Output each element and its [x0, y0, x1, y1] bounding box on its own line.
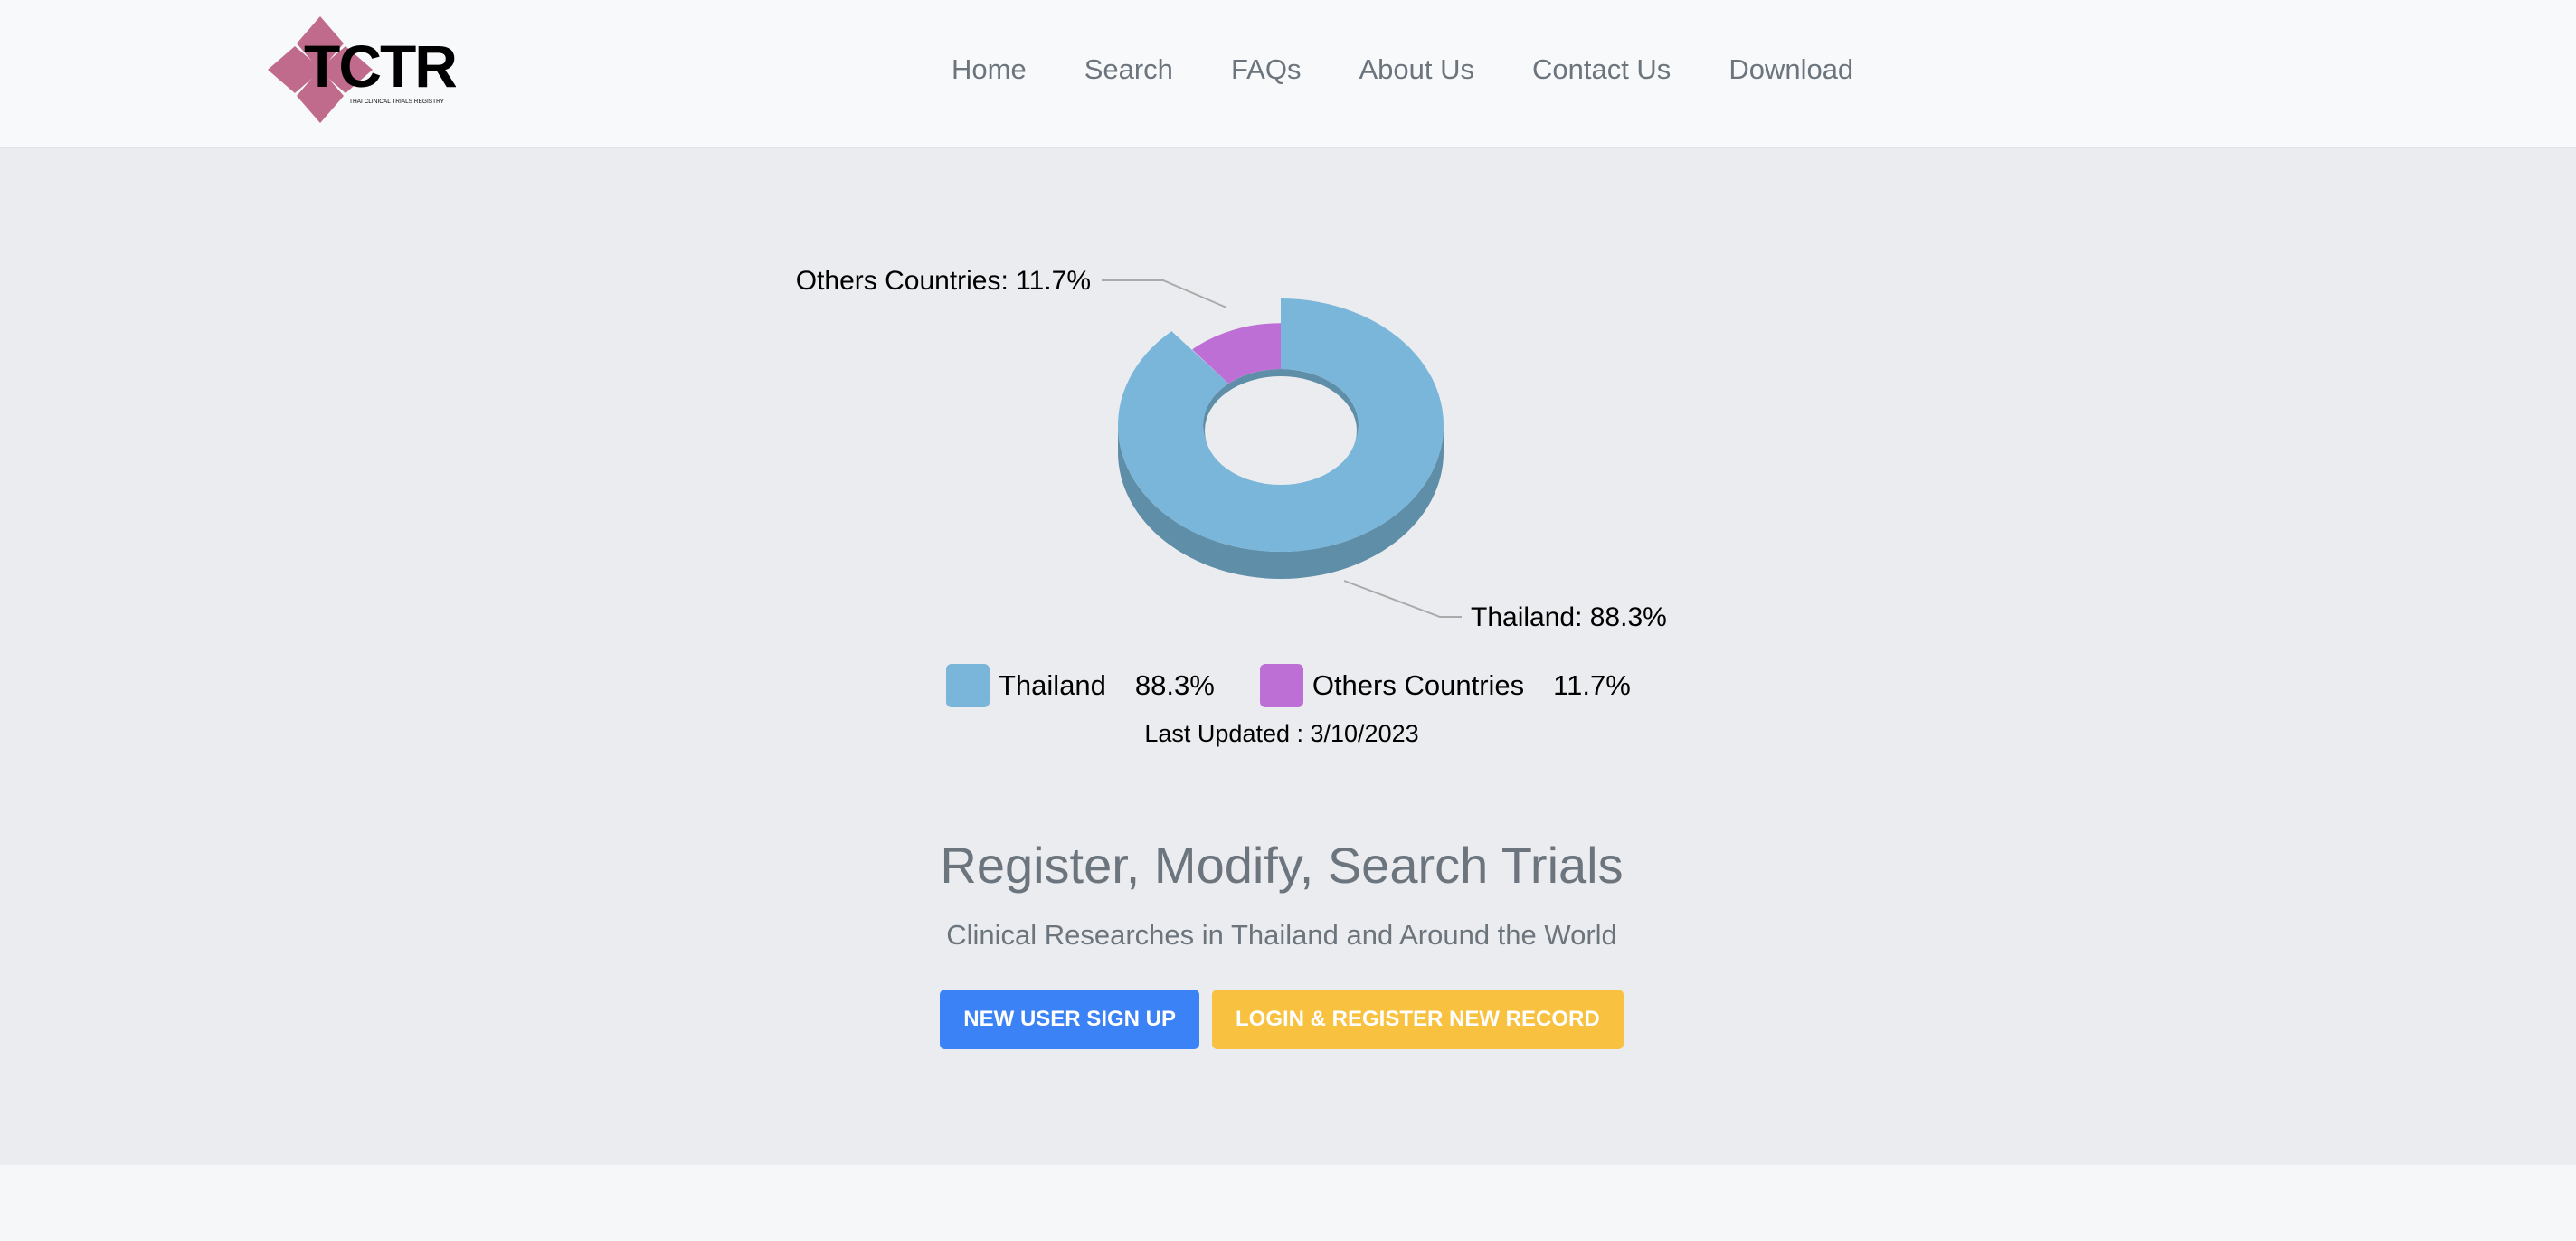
- footer-strip: [0, 1165, 2576, 1241]
- legend-value-thailand: 88.3%: [1134, 669, 1215, 701]
- hero-section: Others Countries: 11.7% Thailand: 88.3% T…: [0, 148, 2576, 1165]
- hero-title: Register, Modify, Search Trials: [940, 837, 1624, 894]
- navbar: TCTR THAI CLINICAL TRIALS REGISTRY Home …: [0, 0, 2576, 148]
- leader-line-thailand: [1343, 580, 1462, 618]
- hero-subtitle: Clinical Researches in Thailand and Arou…: [946, 919, 1617, 951]
- leader-line-others: [1102, 279, 1227, 308]
- nav-faqs[interactable]: FAQs: [1202, 53, 1331, 86]
- last-updated: Last Updated : 3/10/2023: [1144, 720, 1419, 747]
- data-label-thailand: Thailand: 88.3%: [1471, 602, 1667, 632]
- logo-subtext: THAI CLINICAL TRIALS REGISTRY: [349, 99, 445, 105]
- legend-label-thailand: Thailand: [999, 669, 1106, 701]
- logo-text: TCTR: [304, 33, 456, 99]
- new-user-signup-button[interactable]: NEW USER SIGN UP: [940, 990, 1199, 1049]
- main-nav: Home Search FAQs About Us Contact Us Dow…: [923, 0, 1882, 139]
- legend-swatch-others: [1259, 664, 1303, 707]
- legend-swatch-thailand: [946, 664, 990, 707]
- donut-chart: Others Countries: 11.7% Thailand: 88.3%: [796, 266, 1667, 632]
- logo-graphic: TCTR THAI CLINICAL TRIALS REGISTRY: [268, 16, 459, 123]
- nav-about-us[interactable]: About Us: [1330, 53, 1503, 86]
- nav-contact-us[interactable]: Contact Us: [1503, 53, 1700, 86]
- legend-item-others[interactable]: Others Countries 11.7%: [1259, 664, 1631, 707]
- nav-home[interactable]: Home: [923, 53, 1056, 86]
- legend-label-others: Others Countries: [1312, 669, 1525, 701]
- chart-hole: [1205, 376, 1357, 485]
- legend-item-thailand[interactable]: Thailand 88.3%: [946, 664, 1215, 707]
- hero-buttons: NEW USER SIGN UP LOGIN & REGISTER NEW RE…: [0, 990, 2563, 1049]
- nav-search[interactable]: Search: [1056, 53, 1202, 86]
- data-label-others: Others Countries: 11.7%: [796, 266, 1091, 296]
- legend-value-others: 11.7%: [1553, 669, 1631, 701]
- nav-download[interactable]: Download: [1700, 53, 1882, 86]
- login-register-button[interactable]: LOGIN & REGISTER NEW RECORD: [1212, 990, 1624, 1049]
- chart-legend: Thailand 88.3% Others Countries 11.7%: [946, 664, 1676, 707]
- tctr-logo[interactable]: TCTR THAI CLINICAL TRIALS REGISTRY: [266, 14, 459, 125]
